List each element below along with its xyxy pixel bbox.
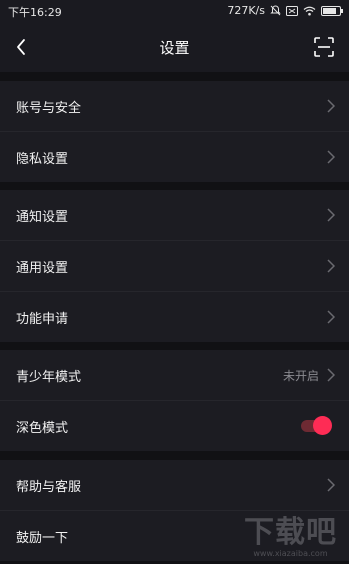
toggle-knob <box>313 416 332 435</box>
dark-mode-toggle[interactable] <box>301 415 333 435</box>
alarm-off-icon <box>270 5 281 16</box>
battery-icon <box>321 5 343 16</box>
row-notification-settings[interactable]: 通知设置 <box>0 190 349 241</box>
row-dark-mode: 深色模式 <box>0 401 349 451</box>
page-title: 设置 <box>159 39 190 57</box>
status-time: 下午16:29 <box>8 6 62 19</box>
row-label: 通知设置 <box>16 210 69 225</box>
row-account-security[interactable]: 账号与安全 <box>0 81 349 132</box>
settings-group-account: 账号与安全 隐私设置 <box>0 81 349 182</box>
scan-icon[interactable] <box>313 36 335 58</box>
chevron-right-icon <box>327 478 335 492</box>
row-label: 通用设置 <box>16 261 69 276</box>
row-feature-request[interactable]: 功能申请 <box>0 292 349 342</box>
row-label: 功能申请 <box>16 312 69 327</box>
row-label: 帮助与客服 <box>16 480 82 495</box>
chevron-right-icon <box>327 259 335 273</box>
status-icons: 727K/s <box>227 4 343 17</box>
row-label: 青少年模式 <box>16 370 82 385</box>
row-general-settings[interactable]: 通用设置 <box>0 241 349 292</box>
chevron-right-icon <box>327 150 335 164</box>
row-youth-mode[interactable]: 青少年模式 未开启 <box>0 350 349 401</box>
watermark-logo: 下载吧 www.xiazaiba.com <box>244 507 337 558</box>
youth-mode-status: 未开启 <box>282 369 319 383</box>
chevron-right-icon <box>327 99 335 113</box>
navbar: 设置 <box>0 22 349 72</box>
sim-icon <box>286 5 298 16</box>
watermark-url: www.xiazaiba.com <box>253 549 328 558</box>
row-label: 账号与安全 <box>16 101 82 116</box>
status-bar: 下午16:29 727K/s <box>0 0 349 22</box>
chevron-right-icon <box>327 310 335 324</box>
row-help-support[interactable]: 帮助与客服 <box>0 460 349 511</box>
watermark-text: 下载吧 <box>244 515 337 550</box>
row-label: 鼓励一下 <box>16 531 69 546</box>
row-privacy-settings[interactable]: 隐私设置 <box>0 132 349 182</box>
row-label: 隐私设置 <box>16 152 69 167</box>
network-speed: 727K/s <box>227 4 265 17</box>
settings-group-general: 通知设置 通用设置 功能申请 <box>0 190 349 342</box>
row-label: 深色模式 <box>16 421 69 436</box>
chevron-right-icon <box>327 208 335 222</box>
wifi-icon <box>303 6 316 15</box>
chevron-right-icon <box>327 368 335 382</box>
settings-group-modes: 青少年模式 未开启 深色模式 <box>0 350 349 451</box>
